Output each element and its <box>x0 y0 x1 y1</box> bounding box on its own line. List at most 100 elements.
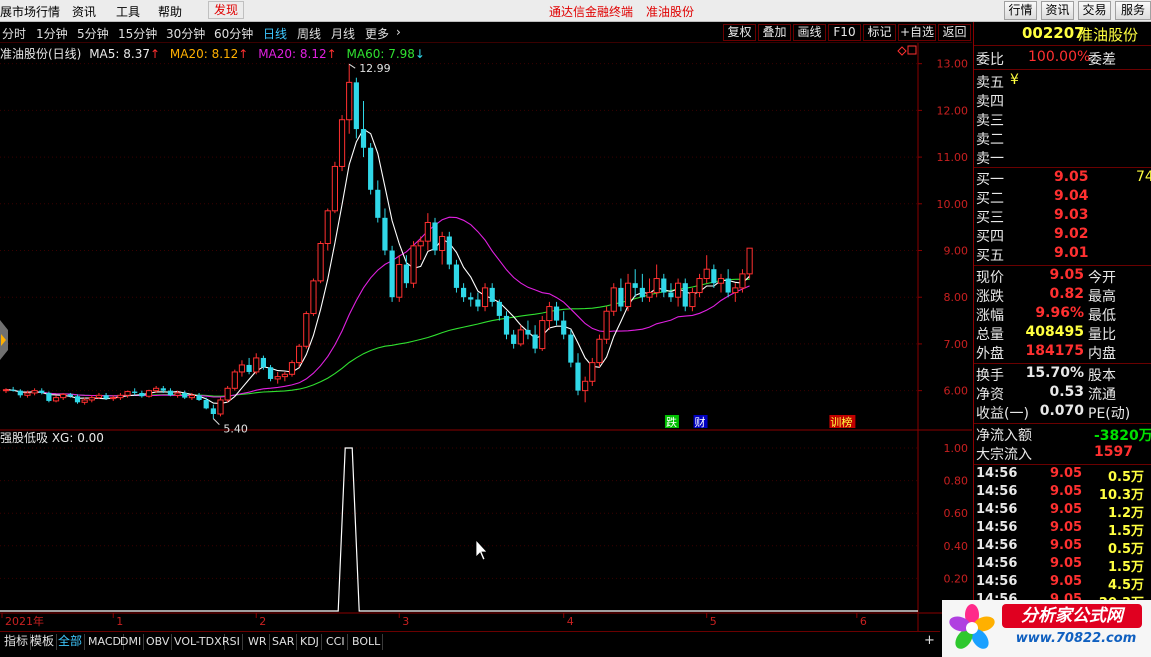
flow-value: 1597 <box>1094 444 1133 460</box>
diamond-icon[interactable] <box>897 46 907 56</box>
period-60min[interactable]: 60分钟 <box>214 25 253 42</box>
candle-body-up <box>338 119 346 167</box>
tick-price: 9.05 <box>1050 520 1083 535</box>
candle-body-up <box>410 245 417 284</box>
period-bar: 分时 1分钟 5分钟 15分钟 30分钟 60分钟 日线 周线 月线 更多 › … <box>0 22 972 43</box>
indicator-tab[interactable]: SAR <box>270 634 298 650</box>
tick-time: 14:56 <box>976 520 1018 535</box>
menu-news[interactable]: 资讯 <box>72 3 96 20</box>
tick-time: 14:56 <box>976 484 1018 499</box>
bid-label: 买五 <box>976 248 1004 264</box>
candle-body-up <box>24 392 31 396</box>
indicator-tab[interactable]: BOLL <box>350 634 384 650</box>
indicator-tab[interactable]: WR <box>246 634 270 650</box>
period-weekly[interactable]: 周线 <box>297 25 321 42</box>
period-5min[interactable]: 5分钟 <box>77 25 109 42</box>
kline-chart[interactable]: 13.00 12.00 11.00 10.00 9.00 8.00 7.00 6.00 1.00… <box>0 43 972 631</box>
plus-icon[interactable]: + <box>924 633 935 648</box>
indicator-tab[interactable]: OBV <box>144 634 173 650</box>
chevron-right-icon[interactable]: › <box>396 25 401 39</box>
bid-volume: 74 <box>1136 169 1151 185</box>
candle-body-down <box>561 320 567 335</box>
indicator-tab[interactable]: KDJ <box>298 634 322 650</box>
period-timeshare[interactable]: 分时 <box>2 25 26 42</box>
tick-row: 14:56 9.05 10.3万 <box>974 484 1151 503</box>
indicator-tab[interactable]: 指标 <box>2 634 32 650</box>
stat-label: 涨跌 <box>976 289 1004 305</box>
candle-body-up <box>238 364 246 373</box>
bid-label: 买二 <box>976 191 1004 207</box>
candle-body-up <box>60 393 67 399</box>
candle-body-down <box>39 390 45 393</box>
candle-body-up <box>317 243 324 282</box>
candle-body-down <box>503 315 510 335</box>
candle-body-up <box>253 357 260 373</box>
indicator-tab[interactable]: VOL-TDX <box>172 634 225 650</box>
event-marker[interactable]: 财 <box>695 415 706 429</box>
menu-help[interactable]: 帮助 <box>158 3 182 20</box>
logo-url: www.70822.com <box>1015 631 1137 646</box>
period-monthly[interactable]: 月线 <box>331 25 355 42</box>
indicator-tab[interactable]: 全部 <box>56 634 86 650</box>
period-30min[interactable]: 30分钟 <box>166 25 205 42</box>
f10-button[interactable]: F10 <box>828 24 861 41</box>
fund-label-right: PE(动) <box>1088 406 1131 422</box>
ask-label: 卖四 <box>976 94 1004 110</box>
stat-value: 408495 <box>1025 324 1084 340</box>
candle-body-up <box>653 278 660 294</box>
stat-value: 9.96% <box>1035 305 1084 321</box>
up-arrow-icon: ↑ <box>326 47 337 61</box>
mark-button[interactable]: 标记 <box>863 24 896 41</box>
trade-button[interactable]: 交易 <box>1078 1 1111 20</box>
candle-body-up <box>739 273 746 289</box>
add-favorite-button[interactable]: +自选 <box>898 24 936 41</box>
indicator-tab[interactable]: 模板 <box>28 634 58 650</box>
event-marker[interactable]: 跌 <box>666 415 677 429</box>
stat-value: 9.05 <box>1049 267 1084 283</box>
event-marker[interactable]: 训榜 <box>830 415 852 429</box>
menu-tools[interactable]: 工具 <box>116 3 140 20</box>
window-stock-name: 准油股份 <box>646 5 695 19</box>
fund-value: 0.53 <box>1049 384 1084 400</box>
overlay-button[interactable]: 叠加 <box>758 24 791 41</box>
flow-label: 净流入额 <box>976 428 1032 444</box>
candle-body-up <box>303 313 310 347</box>
candle-body-down <box>446 236 452 265</box>
candle-body-up <box>396 264 403 298</box>
candle-body-down <box>353 82 359 130</box>
candle-body-down <box>432 222 438 251</box>
period-15min[interactable]: 15分钟 <box>118 25 157 42</box>
candle-body-up <box>346 81 353 121</box>
stat-value: 184175 <box>1025 343 1084 359</box>
candle-body-down <box>67 394 73 397</box>
bid-row: 买五 9.01 <box>974 245 1151 264</box>
period-1min[interactable]: 1分钟 <box>36 25 68 42</box>
adjust-button[interactable]: 复权 <box>723 24 756 41</box>
sub-tick-label: 1.00 <box>944 442 969 455</box>
tick-volume: 1.5万 <box>1107 524 1144 539</box>
period-more[interactable]: 更多 <box>365 25 389 42</box>
news-button[interactable]: 资讯 <box>1041 1 1074 20</box>
flow-label: 大宗流入 <box>976 447 1032 463</box>
tick-volume: 10.3万 <box>1098 488 1144 503</box>
period-daily[interactable]: 日线 <box>263 25 287 42</box>
candle-body-up <box>589 362 596 382</box>
stat-label: 涨幅 <box>976 308 1004 324</box>
candle-body-down <box>139 392 145 397</box>
indicator-tab[interactable]: DMI <box>118 634 145 650</box>
service-button[interactable]: 服务 <box>1115 1 1151 20</box>
fund-value: 0.070 <box>1039 403 1084 419</box>
square-icon[interactable] <box>907 45 917 55</box>
tick-row: 14:56 9.05 1.5万 <box>974 556 1151 575</box>
indicator-tab[interactable]: CCI <box>324 634 348 650</box>
back-button[interactable]: 返回 <box>938 24 971 41</box>
menu-market[interactable]: 展市场行情 <box>0 3 60 20</box>
menu-discover[interactable]: 发现 <box>208 1 245 19</box>
stat-label-right: 量比 <box>1088 327 1116 343</box>
indicator-tab[interactable]: RSI <box>220 634 243 650</box>
draw-line-button[interactable]: 画线 <box>793 24 826 41</box>
candle-body-up <box>281 373 288 378</box>
quote-button[interactable]: 行情 <box>1004 1 1037 20</box>
candle-body-up <box>153 387 160 392</box>
fund-row: 净资 0.53 流通 <box>974 384 1151 403</box>
